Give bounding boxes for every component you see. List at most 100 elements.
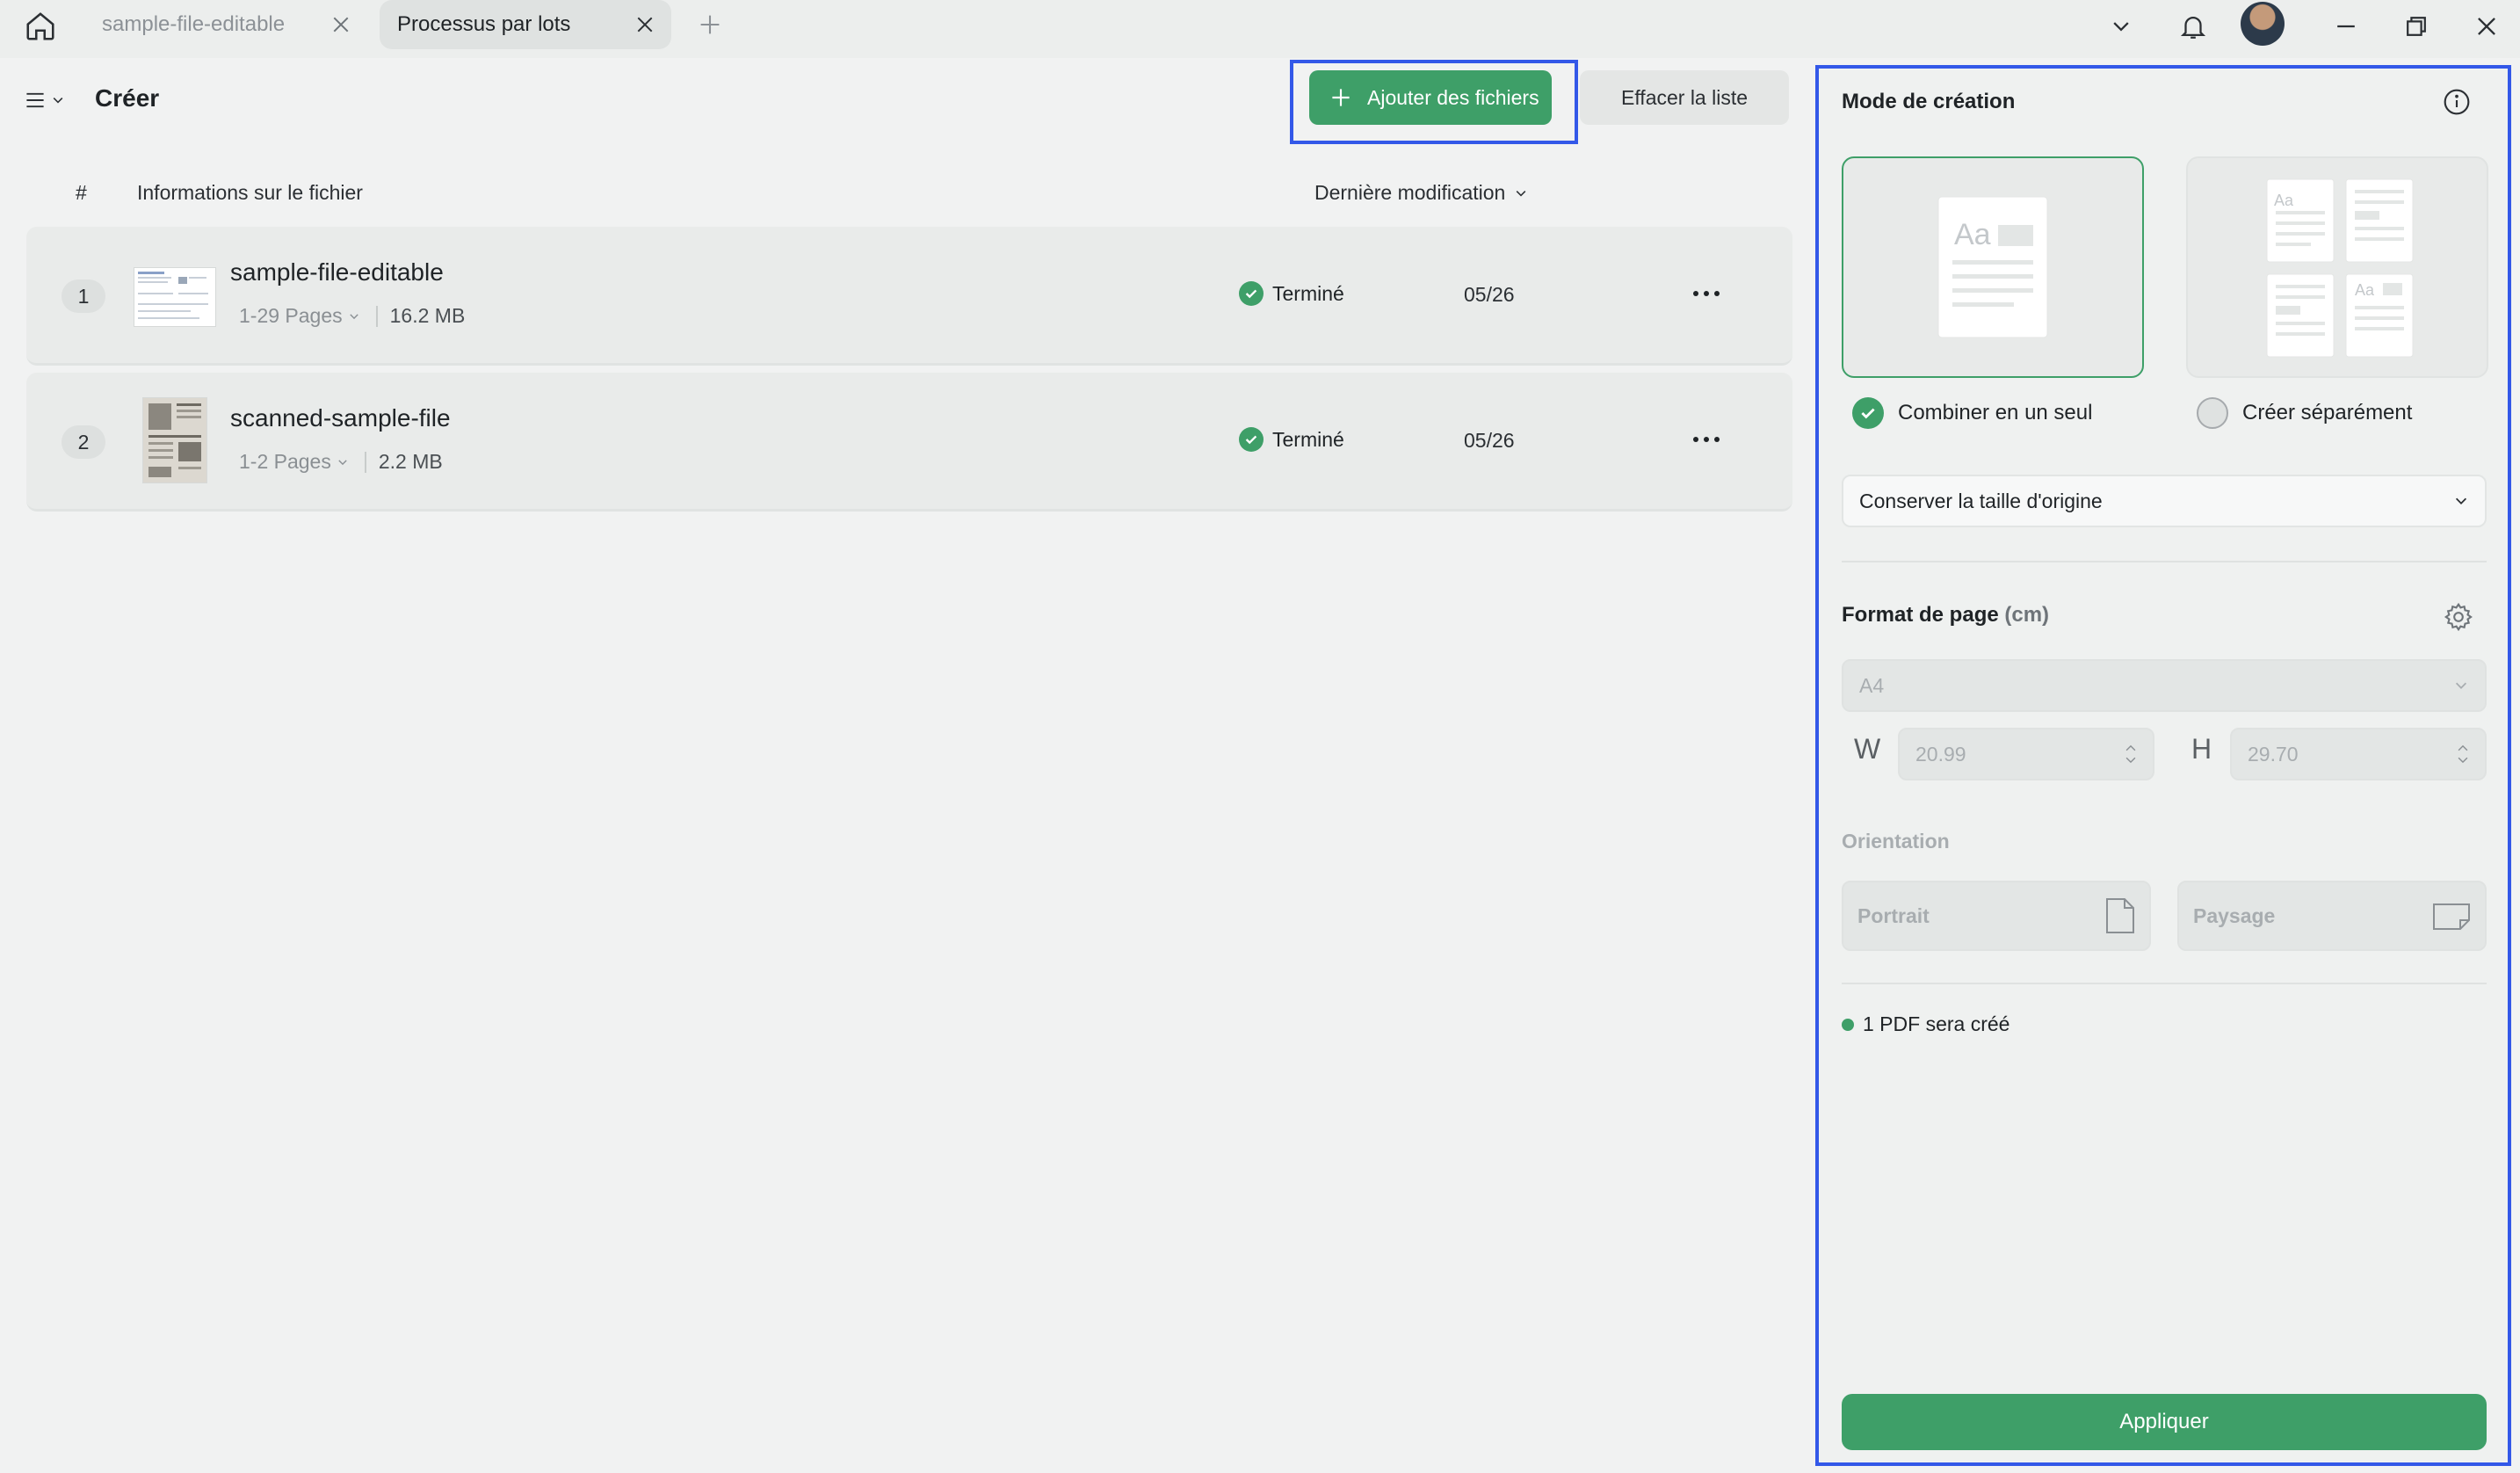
dot: [1704, 291, 1709, 296]
close-icon: [2478, 18, 2495, 35]
file-list-panel: Créer Ajouter des fichiers Effacer la li…: [0, 58, 1805, 1473]
home-button[interactable]: [18, 4, 63, 49]
orientation-title: Orientation: [1842, 830, 1950, 853]
dot: [1693, 291, 1698, 296]
height-label: H: [2191, 733, 2212, 765]
width-value: 20.99: [1915, 742, 1966, 766]
close-icon: [333, 17, 349, 33]
column-file-info: Informations sur le fichier: [137, 181, 363, 204]
chevron-down-icon: [53, 98, 63, 104]
mode-combine-radio[interactable]: Combiner en un seul: [1852, 397, 2092, 429]
minimize-button[interactable]: [2323, 4, 2369, 49]
mode-combine-label: Combiner en un seul: [1898, 401, 2093, 424]
tab-close-button[interactable]: [627, 7, 663, 42]
table-row[interactable]: 1 sample-file-editable 1-29 Pages 16.2 M…: [26, 227, 1792, 366]
column-index: #: [76, 181, 87, 204]
orientation-landscape-button[interactable]: Paysage: [2177, 881, 2487, 951]
file-size: 2.2 MB: [378, 450, 443, 473]
page-size-select[interactable]: A4: [1842, 659, 2487, 712]
apply-button[interactable]: Appliquer: [1842, 1394, 2487, 1450]
minimize-icon: [2337, 25, 2355, 28]
chevron-down-icon: [1516, 190, 1526, 197]
modified-date: 05/26: [1464, 283, 1515, 306]
height-stepper[interactable]: [2457, 744, 2469, 765]
tab-sample-file-editable[interactable]: sample-file-editable: [84, 0, 367, 49]
row-index: 2: [62, 425, 105, 459]
landscape-label: Paysage: [2193, 903, 2276, 927]
width-input[interactable]: 20.99: [1898, 728, 2154, 780]
menu-icon: [26, 92, 44, 108]
divider: [364, 451, 366, 473]
tab-close-button[interactable]: [323, 7, 358, 42]
file-name: scanned-sample-file: [230, 404, 451, 432]
avatar[interactable]: [2241, 2, 2285, 46]
multiple-documents-icon: Aa Aa: [2266, 178, 2414, 358]
file-name: sample-file-editable: [230, 258, 444, 286]
restore-button[interactable]: [2393, 4, 2439, 49]
check-circle-icon: [1239, 281, 1264, 306]
status-badge: Terminé: [1239, 281, 1344, 306]
more-options-button[interactable]: [1685, 418, 1727, 461]
page-format-settings-button[interactable]: [2439, 598, 2478, 636]
column-last-modified[interactable]: Dernière modification: [1314, 181, 1528, 205]
plus-icon: [700, 15, 720, 34]
table-header: # Informations sur le fichier Dernière m…: [0, 176, 1805, 211]
width-stepper[interactable]: [2125, 744, 2137, 765]
dot: [1714, 437, 1720, 442]
tab-label: Processus par lots: [397, 12, 571, 36]
tab-processus-par-lots[interactable]: Processus par lots: [380, 0, 671, 49]
more-options-button[interactable]: [1685, 272, 1727, 315]
tabs-dropdown-button[interactable]: [2098, 4, 2144, 49]
mode-separate-radio[interactable]: Créer séparément: [2197, 397, 2412, 429]
chevron-up-icon: [2458, 744, 2468, 751]
orientation-portrait-button[interactable]: Portrait: [1842, 881, 2151, 951]
mode-separate-card[interactable]: Aa Aa: [2186, 156, 2488, 378]
svg-text:Aa: Aa: [2355, 281, 2375, 299]
divider: [375, 305, 378, 327]
new-tab-button[interactable]: [691, 5, 729, 44]
chevron-down-icon: [2125, 757, 2136, 764]
svg-text:Aa: Aa: [1954, 218, 1991, 251]
add-files-button[interactable]: Ajouter des fichiers: [1309, 70, 1552, 125]
height-input[interactable]: 29.70: [2230, 728, 2487, 780]
page-range-dropdown[interactable]: 1-2 Pages: [239, 450, 349, 474]
table-row[interactable]: 2 scanned-sample-file 1-2 Pages 2.2 MB T…: [26, 373, 1792, 512]
chevron-down-icon: [2458, 757, 2468, 764]
mode-combine-card[interactable]: Aa: [1842, 156, 2144, 378]
notifications-button[interactable]: [2170, 4, 2216, 49]
page-range-label: 1-29 Pages: [239, 304, 343, 327]
menu-button[interactable]: [25, 83, 74, 118]
page-size-mode-value: Conserver la taille d'origine: [1859, 489, 2103, 512]
dot: [1704, 437, 1709, 442]
row-index: 1: [62, 279, 105, 313]
restore-icon: [2407, 17, 2426, 36]
info-button[interactable]: [2439, 84, 2474, 120]
clear-list-button[interactable]: Effacer la liste: [1580, 70, 1789, 125]
panel-title: Mode de création: [1842, 90, 2016, 113]
radio-icon: [2197, 397, 2228, 429]
page-size-mode-select[interactable]: Conserver la taille d'origine: [1842, 475, 2487, 527]
chevron-up-icon: [2125, 744, 2136, 751]
page-format-unit: (cm): [2004, 603, 2050, 627]
chevron-down-icon: [338, 459, 347, 465]
chevron-down-icon: [2455, 497, 2467, 504]
tab-label: sample-file-editable: [102, 12, 286, 36]
page-format-title: Format de page (cm): [1842, 603, 2049, 628]
output-summary-label: 1 PDF sera créé: [1863, 1012, 2010, 1035]
close-icon: [637, 17, 653, 33]
check-circle-icon: [1239, 427, 1264, 452]
chevron-down-icon: [349, 313, 358, 319]
portrait-label: Portrait: [1857, 903, 1930, 927]
landscape-page-icon: [2433, 903, 2470, 930]
check-icon: [1852, 397, 1884, 429]
portrait-page-icon: [2106, 898, 2134, 933]
file-meta: 1-2 Pages 2.2 MB: [239, 450, 443, 474]
close-window-button[interactable]: [2464, 4, 2509, 49]
home-icon: [26, 12, 54, 40]
status-label: Terminé: [1272, 427, 1344, 451]
add-files-label: Ajouter des fichiers: [1367, 85, 1539, 109]
divider: [1842, 983, 2487, 984]
bell-icon: [2180, 17, 2206, 39]
page-range-dropdown[interactable]: 1-29 Pages: [239, 304, 360, 328]
chevron-down-icon: [2455, 682, 2467, 689]
